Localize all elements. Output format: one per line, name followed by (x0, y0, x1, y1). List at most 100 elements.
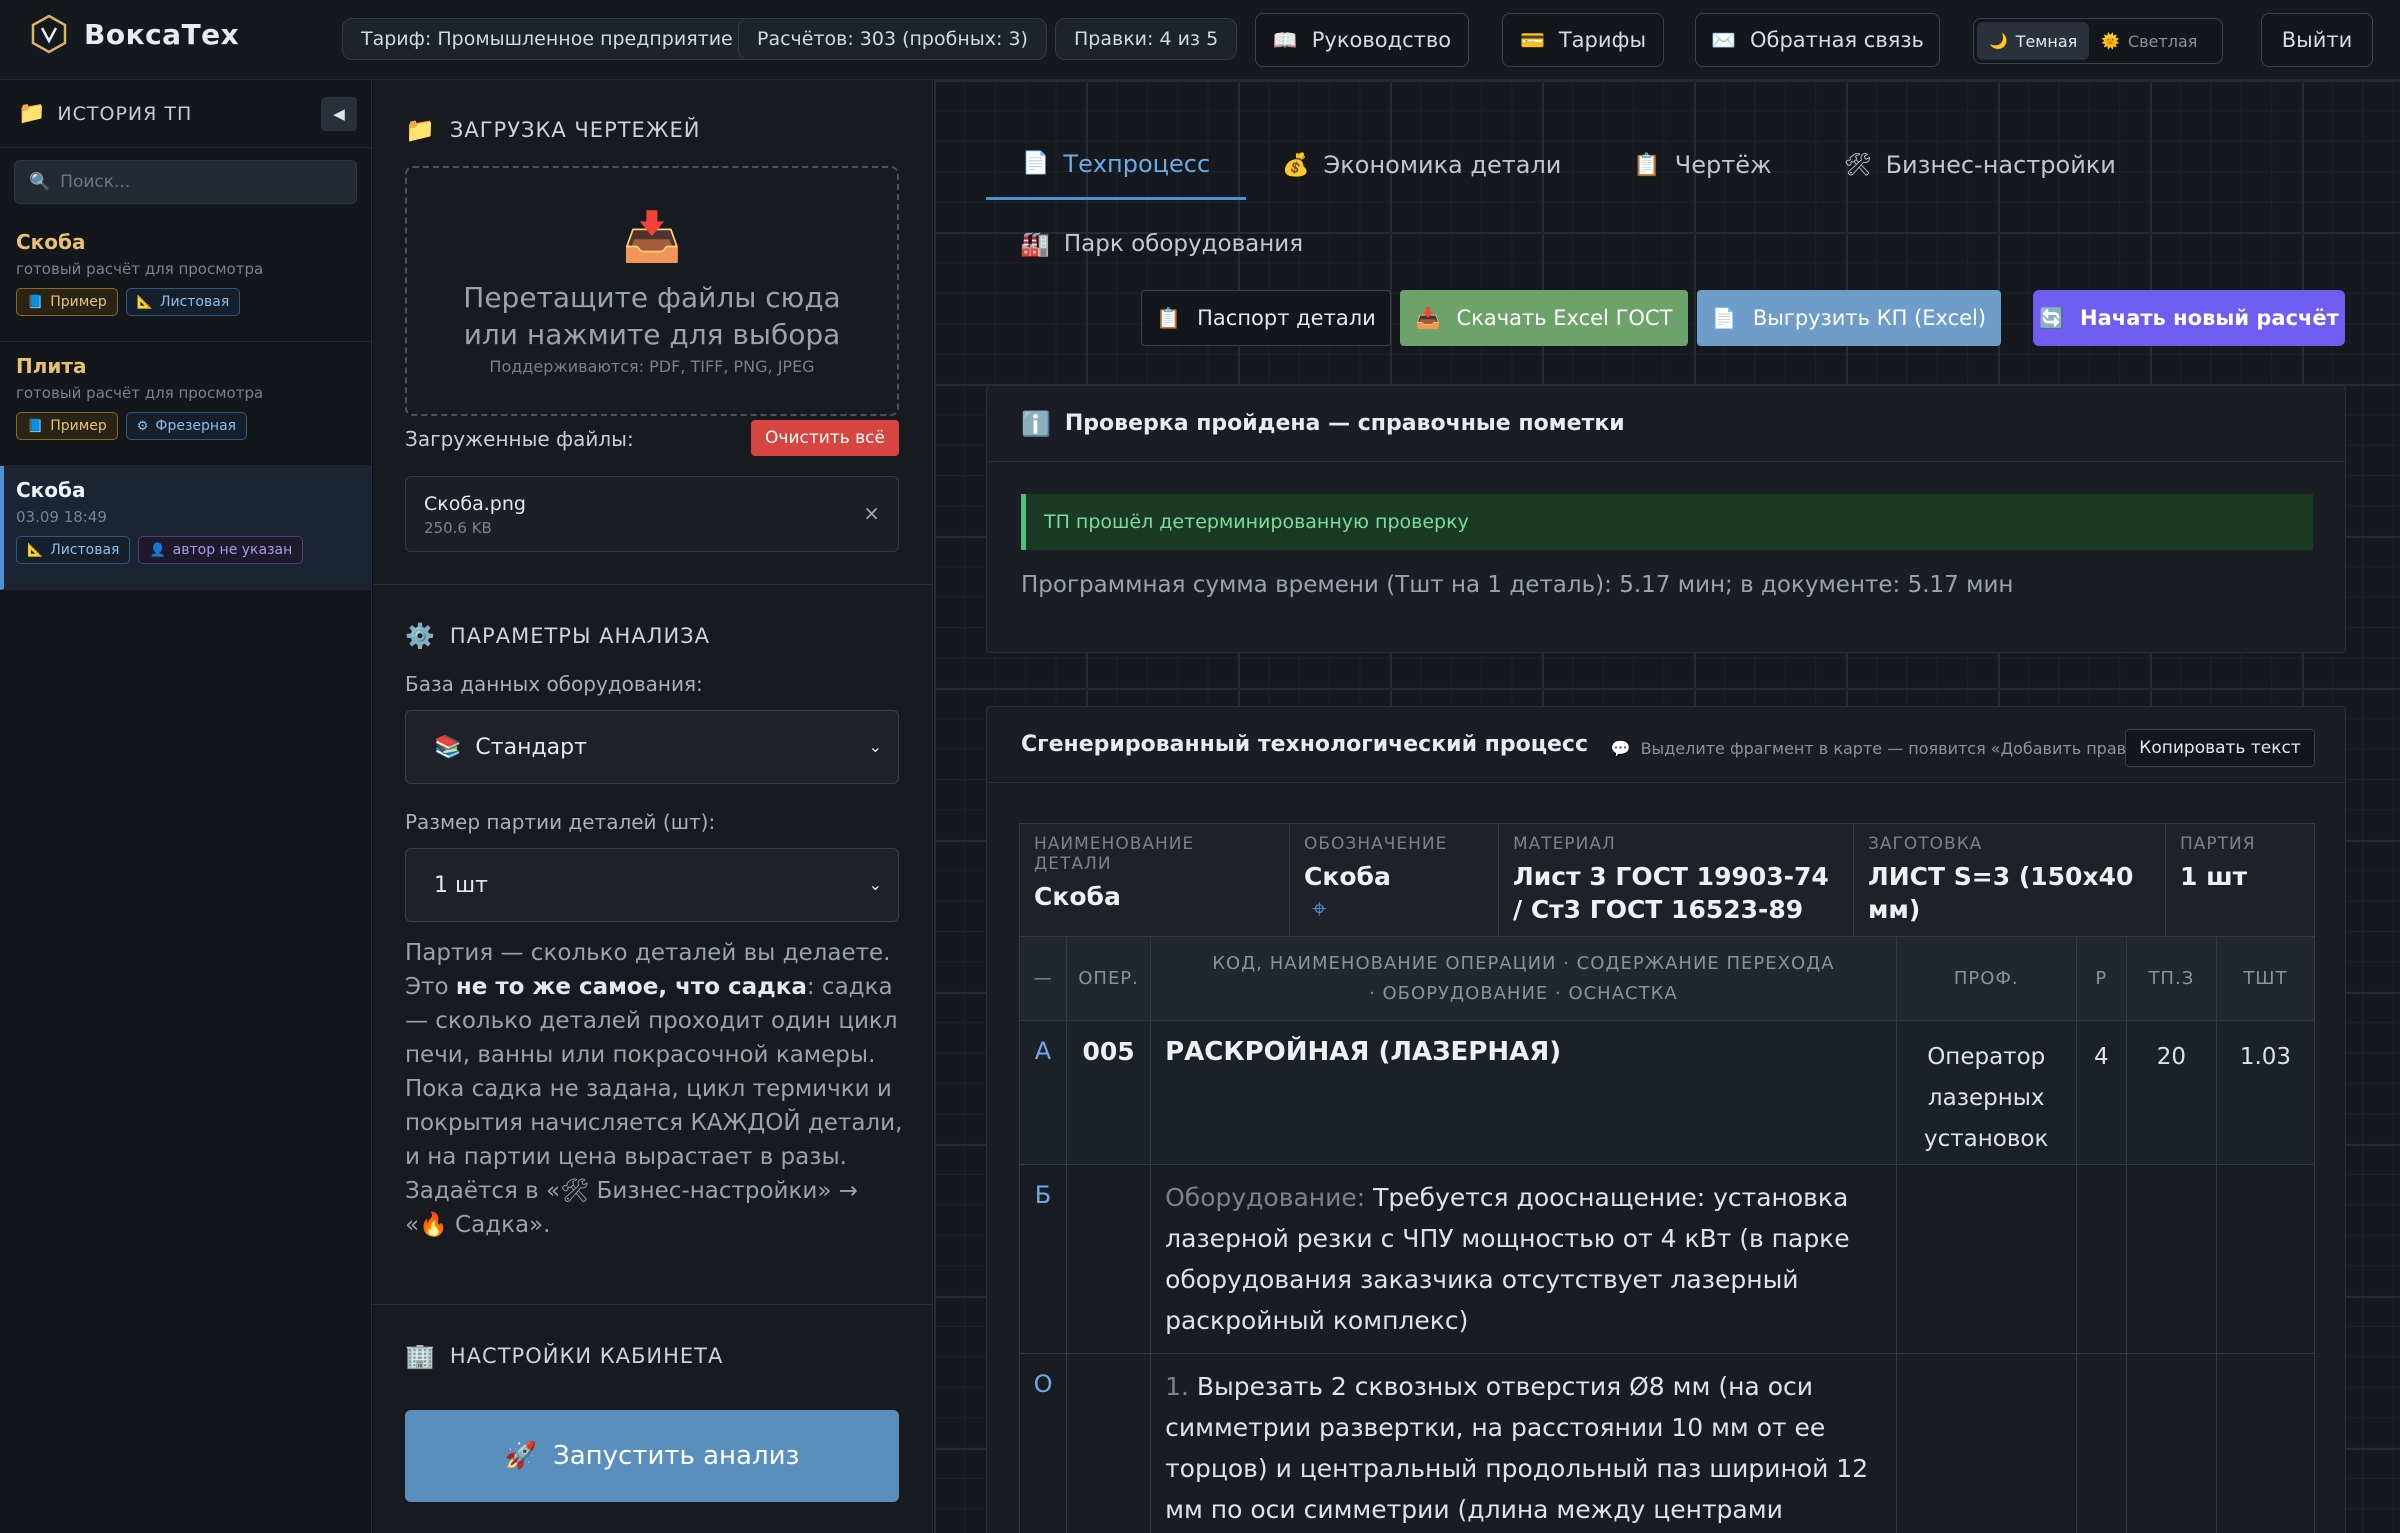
main-area: 📄 Техпроцесс 💰 Экономика детали 📋 Чертёж 🛠 Б… (934, 80, 2400, 1533)
brand-name: ВоксаТех (84, 17, 240, 51)
logo[interactable]: ВоксаТех (30, 14, 239, 54)
mail-icon: ✉️ (1711, 28, 1736, 52)
history-item[interactable]: Скоба готовый расчёт для просмотра 📘 Прим… (0, 218, 371, 342)
logo-icon (31, 14, 67, 54)
tariffs-button[interactable]: 💳 Тарифы (1502, 13, 1664, 67)
tag-sheet: 📐 Листовая (125, 288, 241, 316)
theme-dark-option[interactable]: 🌙 Темная (1977, 22, 2090, 60)
sheet-icon: 📐 (27, 542, 44, 558)
check-card: ℹ️ Проверка пройдена — справочные пометк… (986, 385, 2346, 653)
tag-milling: ⚙ Фрезерная (125, 412, 248, 440)
history-sidebar: 📁 ИСТОРИЯ ТП ◀ 🔍 Скоба готовый расчёт дл… (0, 80, 372, 1533)
download-icon: 📥 (1415, 306, 1441, 330)
theme-toggle[interactable]: 🌙 Темная 🌞 Светлая (1973, 18, 2223, 64)
divider (373, 584, 933, 585)
col-tsht: ТШТ (2215, 936, 2316, 1021)
batch-size-select[interactable]: 1 шт ⌄ (405, 848, 899, 922)
logout-button[interactable]: Выйти (2261, 13, 2373, 67)
top-bar: ВоксаТех Тариф: Промышленное предприятие… (0, 0, 2400, 80)
col-op: ОПЕР. (1066, 936, 1152, 1021)
chevron-down-icon: ⌄ (868, 737, 882, 756)
guide-button[interactable]: 📖 Руководство (1255, 13, 1469, 67)
gen-title: Сгенерированный технологический процесс (1021, 732, 1589, 757)
folder-icon: 📁 (405, 116, 436, 144)
chevron-down-icon: ⌄ (868, 875, 882, 894)
divider (373, 1304, 933, 1305)
part-material: Лист 3 ГОСТ 19903-74 / Ст3 ГОСТ 16523-89 (1513, 862, 1829, 924)
inbox-icon: 📥 (622, 209, 682, 265)
folder-icon: 📁 (18, 101, 46, 126)
table-row[interactable]: А 005 РАСКРОЙНАЯ (ЛАЗЕРНАЯ) Оператор лаз… (1018, 1020, 2316, 1165)
time-sum: Программная сумма времени (Тшт на 1 дета… (1021, 572, 2014, 598)
tab-business-settings[interactable]: 🛠 Бизнес-настройки (1808, 130, 2152, 200)
gear-icon: ⚙ (136, 418, 149, 434)
upload-section-title: 📁 ЗАГРУЗКА ЧЕРТЕЖЕЙ (405, 116, 701, 144)
new-calc-button[interactable]: 🔄 Начать новый расчёт (2033, 290, 2345, 346)
part-designation: Скоба (1304, 862, 1391, 891)
history-title: ИСТОРИЯ ТП (57, 102, 193, 125)
rocket-icon: 🚀 (504, 1441, 538, 1471)
books-icon: 📚 (434, 734, 462, 760)
download-excel-gost-button[interactable]: 📥 Скачать Excel ГОСТ (1400, 290, 1688, 346)
tag-example: 📘 Пример (16, 412, 118, 440)
money-bag-icon: 💰 (1282, 152, 1310, 178)
uploaded-file: Скоба.png 250.6 KB × (405, 476, 899, 552)
selection-hint: 💬 Выделите фрагмент в карте — появится «Д… (1610, 739, 2155, 758)
batch-label: Размер партии деталей (шт): (405, 810, 716, 834)
part-batch: 1 шт (2180, 862, 2248, 891)
clear-all-button[interactable]: Очистить всё (751, 420, 899, 456)
feedback-button[interactable]: ✉️ Обратная связь (1695, 13, 1940, 67)
tag-example: 📘 Пример (16, 288, 118, 316)
file-dropzone[interactable]: 📥 Перетащите файлы сюда или нажмите для … (405, 166, 899, 416)
table-row[interactable]: Б Оборудование: Требуется дооснащение: у… (1018, 1164, 2316, 1354)
part-blank: ЛИСТ S=3 (150x40 мм) (1868, 862, 2134, 924)
check-title: Проверка пройдена — справочные пометки (1064, 411, 1625, 436)
passport-button[interactable]: 📋 Паспорт детали (1141, 290, 1391, 346)
history-item-active[interactable]: Скоба 03.09 18:49 📐 Листовая 👤 автор не ук… (0, 466, 371, 590)
moon-icon: 🌙 (1989, 32, 2008, 50)
document-icon: 📄 (1022, 151, 1050, 176)
cabinet-section-title: 🏢 НАСТРОЙКИ КАБИНЕТА (405, 1342, 724, 1370)
document-icon: 📄 (1711, 306, 1737, 330)
edits-pill: Правки: 4 из 5 (1055, 18, 1238, 60)
history-search[interactable]: 🔍 (14, 160, 357, 204)
tag-sheet: 📐 Листовая (16, 536, 131, 564)
tag-author: 👤 автор не указан (138, 536, 304, 564)
collapse-sidebar-button[interactable]: ◀ (321, 97, 357, 131)
col-code: КОД, НАИМЕНОВАНИЕ ОПЕРАЦИИ · СОДЕРЖАНИЕ … (1150, 936, 1897, 1021)
col-r: Р (2075, 936, 2127, 1021)
tabs: 📄 Техпроцесс 💰 Экономика детали 📋 Чертёж 🛠 Б… (986, 130, 2152, 200)
table-row[interactable]: О 1. Вырезать 2 сквозных отверстия Ø8 мм… (1018, 1353, 2316, 1533)
tab-techprocess[interactable]: 📄 Техпроцесс (986, 130, 1247, 200)
copy-text-button[interactable]: Копировать текст (2125, 729, 2315, 767)
column-header-row: — ОПЕР. КОД, НАИМЕНОВАНИЕ ОПЕРАЦИИ · СОД… (1018, 936, 2316, 1021)
files-label: Загруженные файлы: (405, 427, 634, 451)
history-list: Скоба готовый расчёт для просмотра 📘 Прим… (0, 218, 371, 590)
book-blue-icon: 📘 (27, 418, 44, 434)
tab-economics[interactable]: 💰 Экономика детали (1246, 130, 1597, 200)
run-analysis-button[interactable]: 🚀 Запустить анализ (405, 1410, 899, 1502)
remove-file-icon[interactable]: × (863, 501, 880, 525)
export-kp-button[interactable]: 📄 Выгрузить КП (Excel) (1697, 290, 2001, 346)
speech-bubble-icon: 💬 (1610, 739, 1631, 758)
info-icon: ℹ️ (1021, 409, 1051, 438)
tab-drawing[interactable]: 📋 Чертёж (1597, 130, 1807, 200)
file-name: Скоба.png (424, 493, 526, 515)
part-name: Скоба (1034, 882, 1121, 911)
db-label: База данных оборудования: (405, 672, 703, 696)
tools-icon: 🛠 (1843, 152, 1872, 178)
history-item[interactable]: Плита готовый расчёт для просмотра 📘 Прим… (0, 342, 371, 466)
col-dash: — (1018, 936, 1068, 1021)
settings-panel: 📁 ЗАГРУЗКА ЧЕРТЕЖЕЙ 📥 Перетащите файлы сю… (373, 80, 933, 1533)
tp-table: НАИМЕНОВАНИЕ ДЕТАЛИ Скоба ОБОЗНАЧЕНИЕ Ск… (1018, 823, 2316, 1533)
equipment-db-select[interactable]: 📚 Стандарт ⌄ (405, 710, 899, 784)
building-icon: 🏢 (405, 1342, 436, 1370)
crosshair-icon: ⌖ (1312, 894, 1327, 924)
search-input[interactable] (60, 172, 331, 192)
equipment-park-link[interactable]: 🏭 Парк оборудования (1020, 230, 1303, 258)
factory-icon: 🏭 (1020, 230, 1050, 258)
theme-light-option[interactable]: 🌞 Светлая (2089, 22, 2209, 60)
clipboard-icon: 📋 (1156, 306, 1182, 330)
part-header-row: НАИМЕНОВАНИЕ ДЕТАЛИ Скоба ОБОЗНАЧЕНИЕ Ск… (1019, 823, 2315, 937)
batch-note: Партия — сколько деталей вы делаете. Это… (405, 940, 903, 1238)
